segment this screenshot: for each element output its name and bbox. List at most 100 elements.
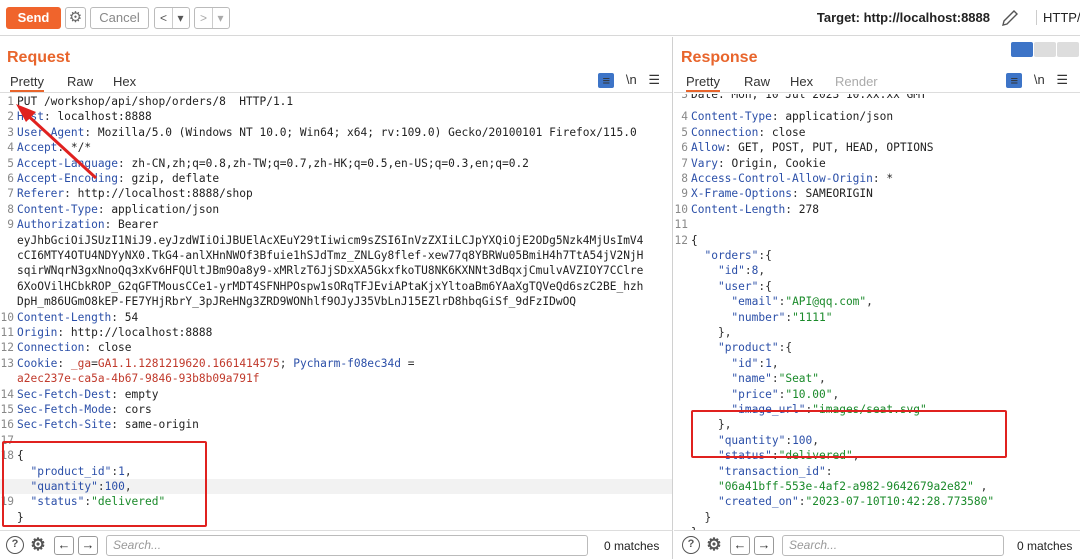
header-value: application/json [111, 202, 220, 216]
line-number: 15 [0, 403, 14, 416]
json-key: "id" [717, 264, 745, 278]
request-search-bar: ? ⚙ ← → Search... 0 matches [0, 530, 673, 559]
search-settings-gear-icon[interactable]: ⚙ [29, 536, 47, 554]
tabbed-layout-icon[interactable] [1057, 42, 1079, 57]
header-name: Content-Length [691, 202, 786, 216]
response-tab-hex[interactable]: Hex [790, 74, 813, 89]
json-key: "email" [731, 295, 779, 309]
header-value: gzip, deflate [131, 172, 220, 185]
response-code-line: 12{ [674, 233, 1080, 248]
previous-match-arrow-icon[interactable]: ← [730, 536, 750, 555]
response-code-line: 5 Connection: close [674, 125, 1080, 140]
code-text: PUT /workshop/api/shop/orders/8 HTTP/1.1 [17, 95, 294, 108]
forward-button[interactable]: > [195, 8, 213, 28]
http-version-selector[interactable]: HTTP/1 [1036, 10, 1080, 25]
next-match-arrow-icon[interactable]: → [78, 536, 98, 555]
header-value: SAMEORIGIN [805, 187, 873, 201]
json-punct: } [704, 510, 712, 524]
help-icon[interactable]: ? [682, 536, 700, 554]
response-code-line: "transaction_id": [674, 464, 1080, 479]
request-code-line: 11 Origin: http://localhost:8888 [0, 326, 213, 339]
response-tab-raw[interactable]: Raw [744, 74, 770, 89]
settings-gear-icon[interactable]: ⚙ [65, 7, 86, 29]
request-match-count: 0 matches [604, 539, 660, 553]
header-value: 54 [124, 310, 139, 324]
response-editor[interactable]: 3 Date: Mon, 10 Jul 2023 10:xx:xx GMT 4 Con… [674, 94, 1080, 530]
response-search-input[interactable]: Search... [782, 535, 1004, 556]
request-tab-hex[interactable]: Hex [113, 74, 136, 89]
header-name: Content-Length [17, 310, 112, 324]
response-code-line: "orders":{ [674, 248, 1080, 263]
line-number: 14 [0, 387, 14, 401]
back-history-dropdown[interactable]: ▾ [173, 8, 188, 28]
request-code-line: 8 Content-Type: application/json [0, 202, 672, 217]
header-name: Host [17, 110, 44, 124]
header-name: Content-Type [17, 202, 98, 216]
split-vertical-layout-icon[interactable] [1034, 42, 1056, 57]
cookie-name: _ga [70, 356, 92, 370]
header-name: Vary [691, 156, 718, 170]
json-punct: , [819, 372, 826, 386]
response-code-line: 4 Content-Type: application/json [674, 109, 1080, 124]
request-search-input[interactable]: Search... [106, 535, 588, 556]
json-colon: : [744, 264, 752, 278]
response-match-count: 0 matches [1017, 539, 1073, 553]
previous-match-arrow-icon[interactable]: ← [54, 536, 74, 555]
request-menu-icon[interactable]: ☰ [648, 72, 660, 88]
word-wrap-icon[interactable]: ≡ [1006, 73, 1023, 89]
header-name: Content-Type [691, 110, 772, 124]
request-code-line: 6 Accept-Encoding: gzip, deflate [0, 171, 672, 186]
word-wrap-icon[interactable]: ≡ [598, 73, 615, 89]
line-number: 5 [7, 156, 14, 170]
json-key: "product" [717, 341, 779, 355]
header-value: zh-CN,zh;q=0.8,zh-TW;q=0.7,zh-HK;q=0.5,e… [131, 156, 529, 170]
response-menu-icon[interactable]: ☰ [1056, 72, 1068, 88]
line-number: 2 [7, 110, 14, 124]
header-name: Referer [17, 187, 65, 201]
line-number: 3 [681, 94, 688, 101]
back-button[interactable]: < [155, 8, 173, 28]
header-name: Cookie [17, 356, 58, 370]
send-button[interactable]: Send [6, 7, 61, 29]
request-tab-pretty[interactable]: Pretty [10, 74, 44, 92]
json-key: "number" [731, 310, 786, 324]
response-quantity-highlight-box [691, 410, 1007, 458]
edit-target-pencil-icon[interactable] [1000, 8, 1020, 28]
header-value: close [97, 341, 132, 355]
search-settings-gear-icon[interactable]: ⚙ [705, 536, 723, 554]
response-tab-render[interactable]: Render [835, 74, 878, 89]
header-value: http://localhost:8888/shop [77, 187, 253, 201]
request-code-line: 10 Content-Length: 54 [0, 310, 139, 324]
json-key: "id" [731, 356, 759, 370]
code-text: DpH_m86UGmO8kEP-FE7YHjRbrY_3pJReHNg3ZRD9… [17, 295, 577, 309]
request-code-line: 13 Cookie: _ga=GA1.1.1281219620.166141457… [0, 356, 415, 370]
show-newlines-toggle[interactable]: \n [1034, 72, 1045, 87]
response-code-line: "id":1, [674, 356, 1080, 371]
show-newlines-toggle[interactable]: \n [626, 72, 637, 87]
request-code-line: 7 Referer: http://localhost:8888/shop [0, 186, 672, 201]
json-key: "price" [731, 387, 779, 401]
help-icon[interactable]: ? [6, 536, 24, 554]
response-tab-pretty[interactable]: Pretty [686, 74, 720, 92]
response-code-line: "name":"Seat", [674, 371, 1080, 386]
json-string: "Seat" [778, 372, 820, 386]
next-match-arrow-icon[interactable]: → [754, 536, 774, 555]
split-horizontal-layout-icon[interactable] [1011, 42, 1033, 57]
request-tabs: Pretty Raw Hex [0, 71, 672, 93]
forward-history-dropdown[interactable]: ▾ [213, 8, 228, 28]
json-colon: : [771, 372, 779, 386]
response-code-line: "price":"10.00", [674, 387, 1080, 402]
header-name: Connection [691, 125, 759, 139]
response-code-line: "number":"1111" [674, 310, 1080, 325]
cancel-button[interactable]: Cancel [90, 7, 149, 29]
header-value: localhost:8888 [57, 110, 152, 124]
request-tab-raw[interactable]: Raw [67, 74, 93, 89]
line-number: 11 [0, 326, 14, 339]
line-number: 4 [7, 141, 14, 155]
response-search-bar: ? ⚙ ← → Search... 0 matches [674, 530, 1080, 559]
request-code-line: cCI6MTY4OTU4NDYyNX0.TkG4-anlXHnNWOf3Bfui… [0, 248, 672, 263]
json-punct: , [866, 295, 873, 309]
